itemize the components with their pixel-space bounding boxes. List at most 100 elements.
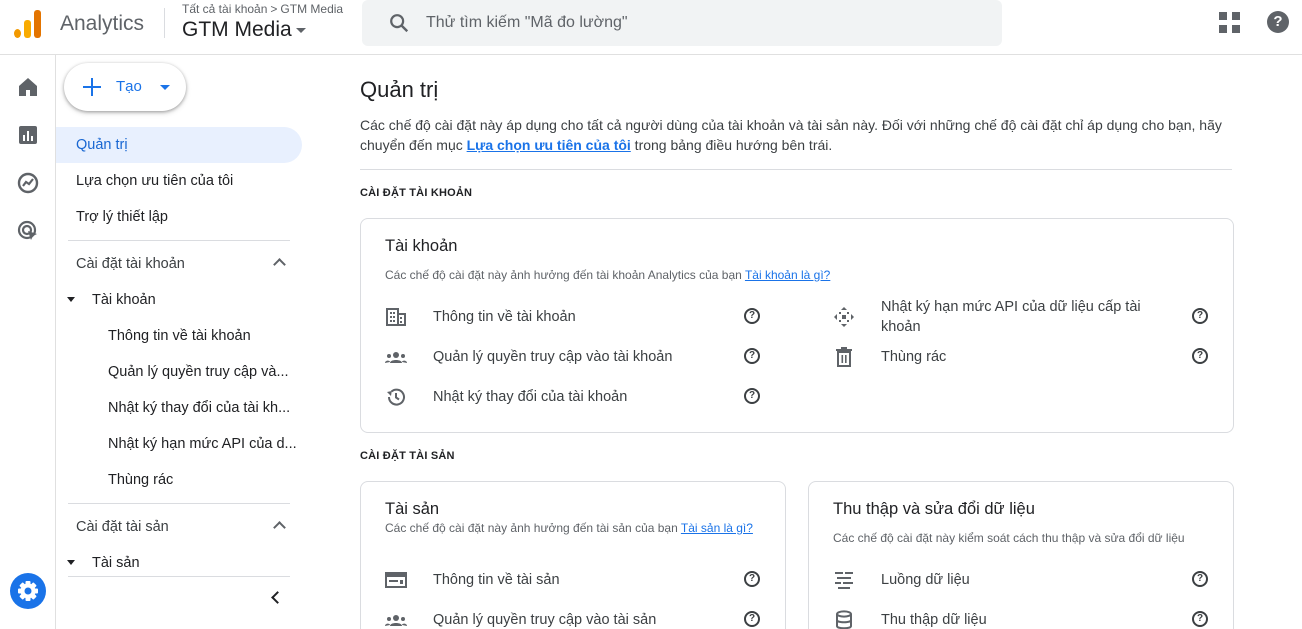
search-input[interactable]	[426, 10, 966, 36]
account-name: GTM Media	[182, 18, 292, 41]
help-icon[interactable]: ?	[744, 348, 760, 364]
breadcrumb[interactable]: Tất cả tài khoản > GTM Media	[182, 2, 343, 16]
row-label: Thông tin về tài sản	[433, 572, 560, 588]
app-name[interactable]: Analytics	[60, 12, 144, 36]
card-description: Các chế độ cài đặt này ảnh hưởng đến tài…	[385, 268, 831, 282]
help-icon[interactable]: ?	[1192, 348, 1208, 364]
create-button[interactable]: Tạo	[64, 63, 186, 111]
help-icon[interactable]: ?	[744, 308, 760, 324]
building-icon	[386, 308, 406, 326]
help-icon[interactable]: ?	[744, 571, 760, 587]
card-title: Tài khoản	[385, 237, 458, 255]
row-label: Luồng dữ liệu	[881, 572, 970, 588]
caret-down-icon	[295, 27, 306, 33]
my-preferences-link[interactable]: Lựa chọn ưu tiên của tôi	[467, 137, 631, 153]
help-icon[interactable]: ?	[1267, 11, 1289, 33]
trash-icon	[836, 347, 852, 367]
sidebar-item-trash[interactable]: Thùng rác	[56, 462, 300, 498]
row-label: Nhật ký hạn mức API của dữ liệu cấp tài …	[881, 299, 1141, 335]
what-is-account-link[interactable]: Tài khoản là gì?	[745, 268, 830, 282]
breadcrumb-root[interactable]: Tất cả tài khoản	[182, 2, 267, 16]
help-icon[interactable]: ?	[744, 611, 760, 627]
advertising-icon[interactable]	[16, 219, 40, 243]
api-quota-history-row[interactable]: Nhật ký hạn mức API của dữ liệu cấp tài …	[833, 297, 1209, 337]
header-divider	[164, 8, 165, 38]
property-card-icon	[385, 572, 407, 588]
sidebar-section-account-settings[interactable]: Cài đặt tài khoản	[56, 246, 302, 282]
sidebar-item-account-details[interactable]: Thông tin về tài khoản	[56, 318, 300, 354]
home-icon[interactable]	[16, 75, 40, 99]
breadcrumb-account[interactable]: GTM Media	[280, 2, 343, 16]
help-icon[interactable]: ?	[1192, 571, 1208, 587]
data-streams-icon	[835, 572, 853, 589]
group-label: Tài khoản	[92, 292, 156, 308]
row-label: Thông tin về tài khoản	[433, 309, 576, 325]
sidebar-divider	[68, 576, 290, 577]
property-settings-heading: CÀI ĐẶT TÀI SẢN	[360, 450, 455, 462]
help-icon[interactable]: ?	[1192, 611, 1208, 627]
gear-icon	[18, 581, 38, 601]
data-streams-row[interactable]: Luồng dữ liệu ?	[833, 560, 1213, 600]
row-label: Nhật ký thay đổi của tài khoản	[433, 389, 628, 405]
chevron-left-icon	[271, 591, 284, 604]
expand-triangle-icon	[67, 560, 75, 565]
section-label: Cài đặt tài khoản	[76, 256, 185, 272]
expand-triangle-icon	[67, 297, 75, 302]
main-content: Quản trị Các chế độ cài đặt này áp dụng …	[310, 55, 1302, 629]
sidebar-section-property-settings[interactable]: Cài đặt tài sản	[56, 509, 302, 545]
explore-icon[interactable]	[16, 171, 40, 195]
account-access-row[interactable]: Quản lý quyền truy cập vào tài khoản ?	[385, 337, 765, 377]
plus-icon	[82, 77, 102, 97]
people-icon	[385, 615, 407, 626]
history-icon	[387, 388, 405, 406]
property-details-row[interactable]: Thông tin về tài sản ?	[385, 560, 765, 600]
sidebar-item-api-quota-history[interactable]: Nhật ký hạn mức API của d...	[56, 426, 300, 462]
sidebar-divider	[68, 503, 290, 504]
sidebar-group-account[interactable]: Tài khoản	[56, 282, 302, 318]
data-collection-row[interactable]: Thu thập dữ liệu ?	[833, 600, 1213, 629]
row-label: Quản lý quyền truy cập vào tài sản	[433, 612, 657, 628]
account-change-history-row[interactable]: Nhật ký thay đổi của tài khoản ?	[385, 377, 765, 417]
card-title: Thu thập và sửa đổi dữ liệu	[833, 500, 1035, 518]
help-icon[interactable]: ?	[1192, 308, 1208, 324]
row-label: Thùng rác	[881, 349, 947, 365]
reports-icon[interactable]	[16, 123, 40, 147]
database-icon	[836, 610, 852, 629]
property-card: Tài sản Các chế độ cài đặt này ảnh hưởng…	[360, 481, 786, 629]
sidebar-item-preferences[interactable]: Lựa chọn ưu tiên của tôi	[56, 163, 302, 199]
sidebar-item-account-access[interactable]: Quản lý quyền truy cập và...	[56, 354, 300, 390]
data-collection-card: Thu thập và sửa đổi dữ liệu Các chế độ c…	[808, 481, 1234, 629]
admin-settings-button[interactable]	[10, 573, 46, 609]
help-icon[interactable]: ?	[744, 388, 760, 404]
sidebar-item-account-change-history[interactable]: Nhật ký thay đổi của tài kh...	[56, 390, 300, 426]
breadcrumb-separator-icon: >	[270, 2, 278, 16]
people-icon	[385, 352, 407, 363]
what-is-property-link[interactable]: Tài sản là gì?	[681, 521, 753, 535]
admin-sidebar: Tạo Quản trị Lựa chọn ưu tiên của tôi Tr…	[56, 55, 310, 629]
group-label: Tài sản	[92, 555, 140, 571]
page-description: Các chế độ cài đặt này áp dụng cho tất c…	[360, 117, 1222, 153]
sidebar-divider	[68, 240, 290, 241]
sidebar-item-setup-assistant[interactable]: Trợ lý thiết lập	[56, 199, 302, 235]
account-card: Tài khoản Các chế độ cài đặt này ảnh hưở…	[360, 218, 1234, 433]
property-access-row[interactable]: Quản lý quyền truy cập vào tài sản ?	[385, 600, 765, 629]
create-label: Tạo	[116, 78, 142, 95]
row-label: Thu thập dữ liệu	[881, 612, 987, 628]
card-title: Tài sản	[385, 500, 440, 518]
account-settings-heading: CÀI ĐẶT TÀI KHOẢN	[360, 187, 473, 199]
account-picker[interactable]: GTM Media	[182, 18, 306, 42]
sidebar-item-admin[interactable]: Quản trị	[56, 127, 302, 163]
left-rail	[0, 55, 56, 629]
chevron-up-icon	[273, 258, 286, 271]
section-label: Cài đặt tài sản	[76, 519, 169, 535]
account-details-row[interactable]: Thông tin về tài khoản ?	[385, 297, 765, 337]
search-bar[interactable]	[362, 0, 1002, 46]
collapse-sidebar-button[interactable]	[269, 591, 284, 605]
chevron-up-icon	[273, 521, 286, 534]
apps-grid-icon[interactable]	[1219, 12, 1241, 34]
analytics-logo-icon[interactable]	[14, 8, 42, 38]
page-title: Quản trị	[360, 77, 439, 102]
trash-row[interactable]: Thùng rác ?	[833, 337, 1209, 377]
dropdown-arrow-icon	[160, 85, 170, 90]
card-description: Các chế độ cài đặt này ảnh hưởng đến tài…	[385, 521, 753, 535]
